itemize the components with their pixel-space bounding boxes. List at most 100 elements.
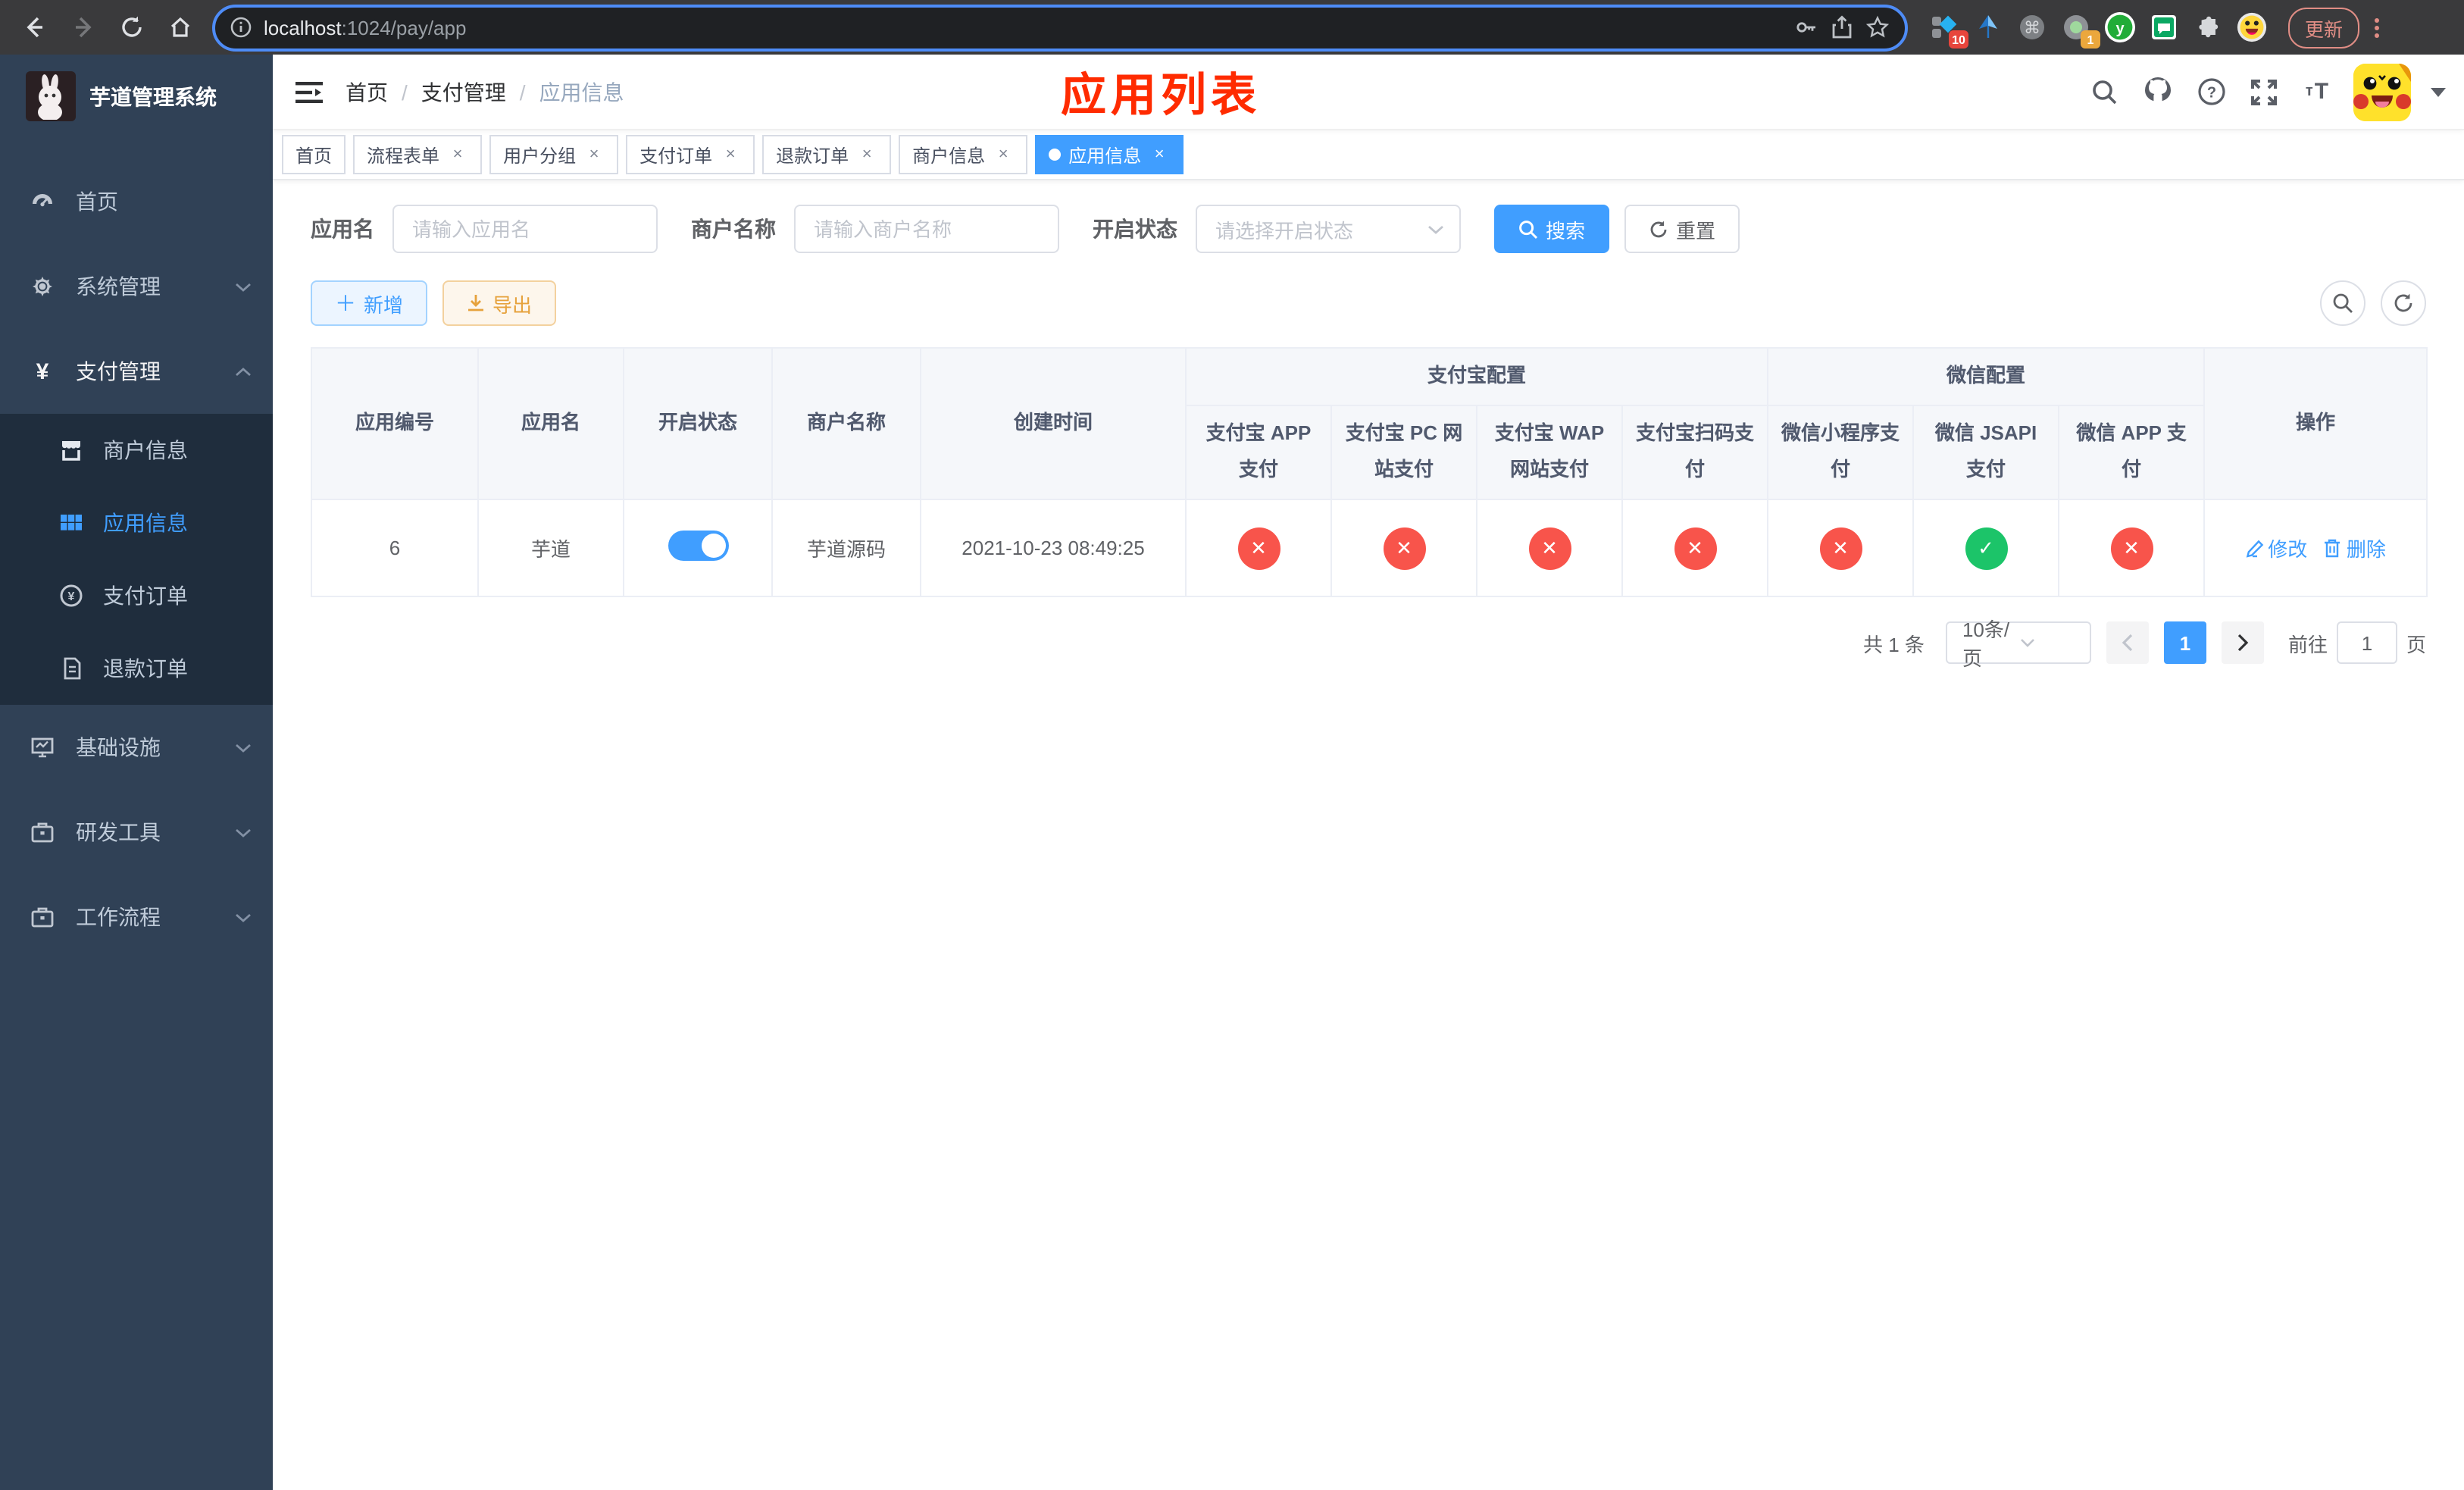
status-toggle[interactable] (668, 531, 728, 562)
sidebar-item-label: 退款订单 (103, 656, 188, 681)
chevron-down-icon (2020, 638, 2078, 647)
cell-wechat-app (2058, 499, 2206, 598)
sidebar-item-pay-order[interactable]: ¥ 支付订单 (0, 559, 273, 632)
sidebar-item-label: 商户信息 (103, 438, 188, 462)
close-icon[interactable]: × (1149, 144, 1170, 165)
tab-home[interactable]: 首页 (282, 135, 346, 174)
search-icon[interactable] (2088, 75, 2122, 108)
sidebar-item-payment[interactable]: ¥ 支付管理 (0, 329, 273, 414)
url-bar[interactable]: localhost:1024/pay/app (212, 4, 1908, 51)
tab-app-info[interactable]: 应用信息 × (1035, 135, 1184, 174)
col-status: 开启状态 (623, 346, 773, 501)
merchant-name-input[interactable] (794, 205, 1059, 253)
close-icon[interactable]: × (583, 144, 605, 165)
pagination-total: 共 1 条 (1863, 633, 1925, 656)
browser-menu-icon[interactable] (2375, 17, 2380, 37)
hide-search-button[interactable] (2320, 280, 2366, 326)
tab-pay-order[interactable]: 支付订单 × (626, 135, 755, 174)
edit-link[interactable]: 修改 (2245, 534, 2307, 563)
dashboard-icon (30, 189, 55, 214)
tab-user-group[interactable]: 用户分组 × (489, 135, 619, 174)
svg-text:¥: ¥ (68, 590, 75, 603)
sidebar-item-home[interactable]: 首页 (0, 159, 273, 244)
sidebar-collapse-icon[interactable] (285, 67, 333, 116)
cell-status (623, 499, 773, 598)
extension-yudao-icon[interactable]: y (2105, 12, 2135, 42)
help-icon[interactable]: ? (2194, 75, 2228, 108)
status-select[interactable]: 请选择开启状态 (1196, 205, 1461, 253)
next-page-button[interactable] (2221, 621, 2264, 665)
grid-icon (59, 511, 83, 535)
refresh-button[interactable] (2381, 280, 2426, 326)
extensions-puzzle-icon[interactable] (2193, 12, 2223, 42)
col-alipay-wap: 支付宝 WAP 网站支付 (1476, 404, 1623, 501)
export-button[interactable]: 导出 (442, 280, 557, 326)
close-icon[interactable]: × (720, 144, 741, 165)
chrome-update-button[interactable]: 更新 (2288, 7, 2360, 48)
pagination-goto: 前往 页 (2288, 621, 2426, 665)
group-wechat-config: 微信配置 (1767, 347, 2206, 406)
home-icon[interactable] (161, 8, 200, 47)
cell-wechat-mini (1767, 499, 1915, 598)
tags-view: 首页 流程表单 × 用户分组 × 支付订单 × 退款订单 × 商户信息 × 应用信息 × (273, 130, 2464, 180)
fullscreen-icon[interactable] (2247, 75, 2281, 108)
page-unit-label: 页 (2406, 633, 2426, 656)
sidebar-item-workflow[interactable]: 工作流程 (0, 875, 273, 959)
sidebar-item-dev-tools[interactable]: 研发工具 (0, 790, 273, 875)
back-icon[interactable] (15, 8, 55, 47)
tab-merchant-info[interactable]: 商户信息 × (899, 135, 1028, 174)
font-size-icon[interactable]: тT (2300, 75, 2334, 108)
goto-page-input[interactable] (2336, 621, 2397, 665)
cell-created: 2021-10-23 08:49:25 (920, 499, 1187, 598)
bookmark-star-icon[interactable] (1865, 15, 1890, 39)
page-number-1[interactable]: 1 (2163, 621, 2206, 665)
add-button[interactable]: ＋ 新增 (311, 280, 428, 326)
github-icon[interactable] (2141, 75, 2175, 108)
extension-command-icon[interactable]: ⌘ (2017, 12, 2047, 42)
sidebar-item-refund-order[interactable]: 退款订单 (0, 632, 273, 705)
extension-record-icon[interactable]: 1 (2061, 12, 2100, 49)
password-key-icon[interactable] (1794, 15, 1818, 39)
app-table: 应用编号 应用名 开启状态 商户名称 创建时间 支付宝配置 微信配置 操作 支付… (311, 346, 2428, 598)
reset-button[interactable]: 重置 (1624, 205, 1740, 253)
sidebar-item-label: 支付管理 (76, 359, 161, 383)
extension-kite-icon[interactable] (1973, 12, 2003, 42)
avatar-caret-icon[interactable] (2431, 87, 2446, 96)
delete-link[interactable]: 删除 (2324, 534, 2386, 562)
cell-alipay-pc (1330, 499, 1477, 598)
extension-chat-icon[interactable] (2149, 12, 2179, 42)
close-icon[interactable]: × (993, 144, 1014, 165)
prev-page-button[interactable] (2106, 621, 2149, 665)
cell-app-id: 6 (311, 499, 479, 598)
url-text[interactable]: localhost:1024/pay/app (264, 16, 466, 39)
sidebar-item-infrastructure[interactable]: 基础设施 (0, 705, 273, 790)
info-icon[interactable] (230, 17, 252, 38)
breadcrumb-home[interactable]: 首页 (346, 77, 388, 107)
breadcrumb-payment[interactable]: 支付管理 (421, 77, 506, 107)
col-merchant: 商户名称 (771, 346, 921, 501)
sidebar-item-merchant-info[interactable]: 商户信息 (0, 414, 273, 487)
sidebar-logo[interactable]: 芋道管理系统 (0, 55, 273, 138)
search-button[interactable]: 搜索 (1494, 205, 1610, 253)
user-avatar[interactable] (2353, 63, 2411, 121)
app-name-input[interactable] (392, 205, 658, 253)
briefcase-icon (30, 820, 55, 844)
sidebar-item-app-info[interactable]: 应用信息 (0, 487, 273, 559)
col-wechat-app: 微信 APP 支付 (2058, 404, 2206, 501)
share-icon[interactable] (1831, 15, 1853, 39)
tab-process-form[interactable]: 流程表单 × (353, 135, 483, 174)
profile-emoji-avatar[interactable] (2237, 12, 2267, 42)
reload-icon[interactable] (112, 8, 152, 47)
cell-wechat-jsapi (1912, 499, 2060, 598)
close-icon[interactable]: × (856, 144, 877, 165)
close-icon[interactable]: × (447, 144, 468, 165)
extension-diamond-icon[interactable]: 10 (1929, 12, 1968, 49)
cell-merchant: 芋道源码 (771, 499, 921, 598)
chevron-down-icon (235, 912, 252, 922)
sidebar-item-system[interactable]: 系统管理 (0, 244, 273, 329)
breadcrumb-separator: / (519, 80, 526, 104)
breadcrumb-current: 应用信息 (539, 80, 624, 104)
tab-refund-order[interactable]: 退款订单 × (762, 135, 892, 174)
forward-icon (64, 8, 103, 47)
page-size-select[interactable]: 10条/页 (1945, 618, 2091, 670)
